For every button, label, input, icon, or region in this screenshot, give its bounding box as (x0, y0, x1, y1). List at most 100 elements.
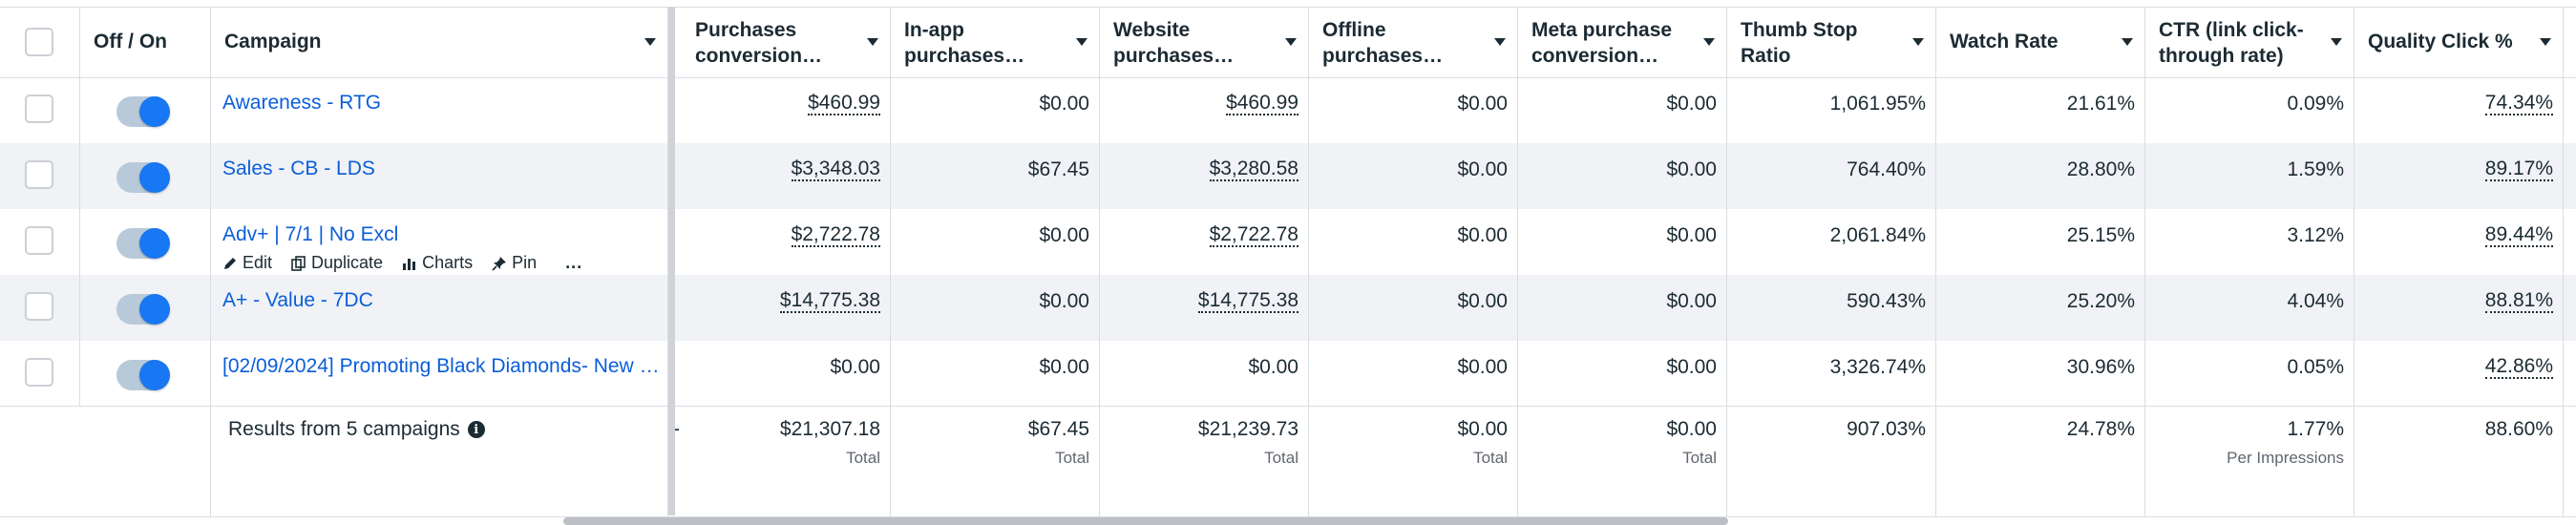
cell-ctr: 3.12% (2145, 209, 2354, 275)
off-on-header: Off / On (80, 8, 211, 77)
duplicate-button[interactable]: Duplicate (291, 253, 383, 273)
value: $0.00 (1039, 290, 1089, 312)
cell-in-app: $0.00 (891, 209, 1100, 275)
value[interactable]: 89.17% (2484, 158, 2553, 181)
sort-caret-icon[interactable] (867, 38, 878, 46)
campaign-name-link[interactable]: Sales - CB - LDS (222, 158, 652, 180)
toggle-cell (80, 143, 211, 209)
column-header-watch-rate[interactable]: Watch Rate (1936, 8, 2145, 77)
column-header-website-purchases[interactable]: Website purchases conversion value (1100, 8, 1309, 77)
value[interactable]: 42.86% (2484, 356, 2553, 379)
cell-offline: $0.00 (1309, 209, 1518, 275)
cell-thumb-stop: 1,061.95% (1727, 77, 1936, 143)
campaign-name-cell: [02/09/2024] Promoting Black Diamonds- N… (211, 341, 668, 407)
footer-watch-rate: 24.78% (1936, 407, 2145, 516)
value[interactable]: $460.99 (808, 93, 880, 116)
column-header-meta-purchase-value[interactable]: Meta purchase conversion value (1518, 8, 1727, 77)
cell-quality-click: 89.44% (2354, 209, 2564, 275)
campaign-toggle[interactable] (116, 360, 170, 390)
sort-caret-icon[interactable] (1076, 38, 1087, 46)
toggle-cell (80, 341, 211, 407)
value[interactable]: 74.34% (2484, 93, 2553, 116)
value[interactable]: $14,775.38 (779, 290, 880, 313)
table-row[interactable]: Awareness - RTG $460.99 $0.00 $460.99 $0… (0, 77, 2576, 143)
value[interactable]: $3,280.58 (1209, 158, 1299, 181)
campaign-toggle[interactable] (116, 162, 170, 193)
edit-button[interactable]: Edit (222, 253, 272, 273)
campaign-name-link[interactable]: Awareness - RTG (222, 92, 652, 115)
frozen-column-divider[interactable] (668, 7, 675, 515)
cell-ctr: 1.59% (2145, 143, 2354, 209)
cell-website: $0.00 (1100, 341, 1309, 407)
column-header-purchases-value[interactable]: Purchases conversion value (682, 8, 891, 77)
value[interactable]: $3,348.03 (791, 158, 880, 181)
value[interactable]: $2,722.78 (1209, 224, 1299, 247)
campaign-toggle[interactable] (116, 96, 170, 127)
sort-caret-icon[interactable] (644, 38, 656, 46)
total-value: 88.60% (2484, 418, 2553, 440)
table-row[interactable]: A+ - Value - 7DC $14,775.38 $0.00 $14,77… (0, 275, 2576, 341)
cell-ctr: 0.05% (2145, 341, 2354, 407)
total-label: Total (1473, 449, 1508, 467)
sort-caret-icon[interactable] (1703, 38, 1715, 46)
sort-caret-icon[interactable] (1285, 38, 1297, 46)
cell-purchases-value: $2,722.78 (682, 209, 891, 275)
campaign-toggle[interactable] (116, 294, 170, 325)
pin-button[interactable]: Pin (492, 253, 537, 273)
table-row[interactable]: Adv+ | 7/1 | No Excl Edit Duplicate Char… (0, 209, 2576, 275)
row-checkbox-cell (0, 209, 80, 275)
value[interactable]: 88.81% (2484, 290, 2553, 313)
column-header-label: Offline purchases conversion value (1322, 19, 1424, 67)
column-header-label: In-app purchases conversion value (904, 19, 1005, 67)
info-icon[interactable]: i (467, 421, 485, 438)
column-header-quality-click[interactable]: Quality Click % (2354, 8, 2564, 77)
bar-chart-icon (403, 258, 416, 270)
charts-button[interactable]: Charts (402, 253, 473, 273)
row-actions: Edit Duplicate Charts Pin ... (222, 253, 582, 273)
campaign-name-link[interactable]: Adv+ | 7/1 | No Excl (222, 223, 652, 246)
row-checkbox[interactable] (25, 226, 53, 255)
cell-quality-click: 88.81% (2354, 275, 2564, 341)
cell-watch-rate: 25.20% (1936, 275, 2145, 341)
campaign-toggle[interactable] (116, 228, 170, 259)
cell-meta: $0.00 (1518, 77, 1727, 143)
total-label: Per Impressions (2227, 449, 2344, 467)
sort-caret-icon[interactable] (1912, 38, 1924, 46)
horizontal-scrollbar[interactable] (563, 517, 1728, 525)
off-on-header-label: Off / On (94, 31, 167, 52)
column-header-in-app-purchases[interactable]: In-app purchases conversion value (891, 8, 1100, 77)
value: 0.09% (2287, 93, 2344, 115)
column-header-label: Quality Click % (2368, 31, 2513, 52)
cell-watch-rate: 21.61% (1936, 77, 2145, 143)
value[interactable]: $2,722.78 (791, 224, 880, 247)
sort-caret-icon[interactable] (2122, 38, 2133, 46)
more-options-icon[interactable]: ... (565, 253, 582, 273)
column-header-label: Website purchases conversion value (1113, 19, 1214, 67)
table-row[interactable]: [02/09/2024] Promoting Black Diamonds- N… (0, 341, 2576, 407)
sort-caret-icon[interactable] (2331, 38, 2342, 46)
select-all-checkbox[interactable] (25, 28, 53, 56)
footer-ctr: 1.77% Per Impressions (2145, 407, 2354, 516)
column-header-thumb-stop-ratio[interactable]: Thumb Stop Ratio (1727, 8, 1936, 77)
sort-caret-icon[interactable] (2540, 38, 2551, 46)
table-row[interactable]: Sales - CB - LDS $3,348.03 $67.45 $3,280… (0, 143, 2576, 209)
row-checkbox[interactable] (25, 94, 53, 123)
value: $0.00 (1457, 224, 1508, 246)
campaign-name-link[interactable]: A+ - Value - 7DC (222, 289, 652, 312)
value[interactable]: 89.44% (2484, 224, 2553, 247)
sort-caret-icon[interactable] (1494, 38, 1506, 46)
toggle-cell (80, 275, 211, 341)
column-header-offline-purchases[interactable]: Offline purchases conversion value (1309, 8, 1518, 77)
column-header-ctr[interactable]: CTR (link click-through rate) (2145, 8, 2354, 77)
total-value: $21,307.18 (779, 418, 880, 440)
row-checkbox[interactable] (25, 358, 53, 387)
value[interactable]: $460.99 (1226, 93, 1299, 116)
value[interactable]: $14,775.38 (1197, 290, 1299, 313)
campaign-name-cell: Adv+ | 7/1 | No Excl Edit Duplicate Char… (211, 209, 668, 275)
row-checkbox[interactable] (25, 292, 53, 321)
value: $0.00 (1039, 356, 1089, 378)
row-checkbox[interactable] (25, 160, 53, 189)
campaign-name-link[interactable]: [02/09/2024] Promoting Black Diamonds- N… (222, 355, 662, 378)
cell-ctr: 0.09% (2145, 77, 2354, 143)
campaign-column-header[interactable]: Campaign (211, 8, 668, 77)
